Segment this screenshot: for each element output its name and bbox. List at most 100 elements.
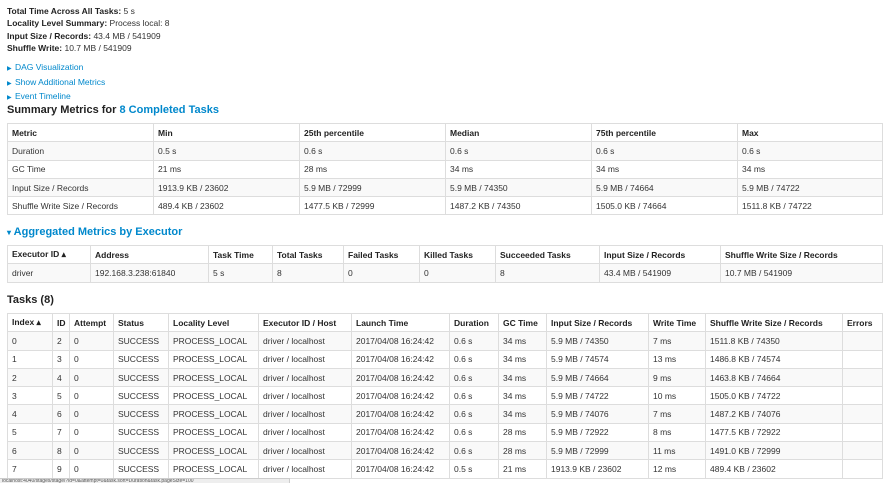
table-cell: PROCESS_LOCAL [168,441,259,461]
table-cell: 489.4 KB / 23602 [705,459,843,479]
column-header[interactable]: Task Time [208,244,273,265]
table-cell: PROCESS_LOCAL [168,331,259,351]
completed-tasks-link[interactable]: 8 Completed Tasks [120,104,219,116]
table-cell: 7 ms [648,404,706,424]
table-cell: 3 [7,386,53,406]
caret-right-icon: ▶ [7,80,12,87]
table-cell [842,404,883,424]
show-additional-metrics-link[interactable]: ▶ Show Additional Metrics [7,76,105,91]
total-time-value: 5 s [123,6,135,16]
table-cell: 34 ms [498,404,547,424]
column-header[interactable]: Killed Tasks [419,244,496,265]
table-cell: 28 ms [498,441,547,461]
table-cell: driver / localhost [258,331,352,351]
input-size-value: 43.4 MB / 541909 [93,30,161,41]
caret-right-icon: ▶ [7,66,12,72]
table-cell: 34 ms [591,159,738,179]
column-header[interactable]: Launch Time [351,312,450,333]
table-cell: 0 [69,459,114,479]
table-cell [842,386,883,406]
table-cell: 489.4 KB / 23602 [153,196,300,216]
table-cell: 0 [419,263,496,283]
column-header[interactable]: Executor ID / Host [258,312,352,333]
table-cell: 10.7 MB / 541909 [720,263,883,283]
table-cell: 7 ms [648,331,706,351]
table-cell: 34 ms [737,159,883,179]
input-size-label: Input Size / Records: [7,30,92,41]
table-cell: 1511.8 KB / 74350 [705,331,843,351]
column-header[interactable]: 25th percentile [299,122,446,143]
table-cell: PROCESS_LOCAL [168,422,259,443]
column-header[interactable]: Succeeded Tasks [495,244,600,265]
column-header[interactable]: Min [153,122,300,143]
table-cell: 8 ms [648,422,706,443]
column-header[interactable]: Input Size / Records [546,312,649,333]
table-cell: 2017/04/08 16:24:42 [351,422,450,443]
column-header[interactable]: Input Size / Records [599,244,721,265]
table-cell: Duration [7,141,154,161]
aggregated-metrics-title: Aggregated Metrics by Executor [13,226,183,238]
table-row: 4 6 0 SUCCESS PROCESS_LOCAL driver / localhos… [7,404,883,424]
table-cell: 1511.8 KB / 74722 [737,196,883,216]
table-cell: 9 ms [648,367,706,388]
table-cell: 0 [69,331,114,351]
column-header[interactable]: Failed Tasks [343,244,420,265]
column-header[interactable]: 75th percentile [591,122,738,143]
table-cell: 0 [69,441,114,461]
table-cell: 0.6 s [449,441,499,461]
column-header[interactable]: Write Time [648,312,706,333]
column-header[interactable]: Total Tasks [272,244,344,265]
table-cell: 21 ms [153,159,300,179]
table-cell: SUCCESS [113,367,169,388]
column-header[interactable]: Address [90,244,209,265]
table-cell: 2017/04/08 16:24:42 [351,386,450,406]
column-header[interactable]: Attempt [69,312,114,333]
table-cell: 5 [7,422,53,443]
aggregated-metrics-heading[interactable]: ▾ Aggregated Metrics by Executor [7,226,182,238]
table-row: Input Size / Records 1913.9 KB / 23602 5.9… [7,177,883,198]
table-cell: 1505.0 KB / 74722 [705,386,843,406]
table-cell: 7 [52,422,70,443]
total-time-label: Total Time Across All Tasks: [7,6,122,16]
table-cell: PROCESS_LOCAL [168,459,259,479]
table-cell: 3 [52,349,70,369]
column-header[interactable]: Shuffle Write Size / Records [720,244,883,265]
table-cell [842,441,883,461]
dag-visualization-link[interactable]: ▶ DAG Visualization [7,61,105,76]
column-header[interactable]: Index ▴ [7,312,53,333]
table-cell: 1477.5 KB / 72999 [299,196,446,216]
table-cell: 5.9 MB / 74350 [546,331,649,351]
table-cell: 34 ms [498,386,547,406]
table-cell: SUCCESS [113,349,169,369]
table-cell: 0.6 s [449,386,499,406]
column-header[interactable]: Duration [449,312,499,333]
table-cell: 2 [7,367,53,388]
table-cell: 5.9 MB / 72999 [546,441,649,461]
table-cell [842,349,883,369]
column-header[interactable]: Status [113,312,169,333]
column-header[interactable]: Shuffle Write Size / Records [705,312,843,333]
locality-value: Process local: 8 [109,18,170,29]
table-cell: 0.5 s [153,141,300,161]
table-cell: SUCCESS [113,459,169,479]
shuffle-write-label: Shuffle Write: [7,42,63,53]
event-timeline-link[interactable]: ▶ Event Timeline [7,90,105,105]
column-header[interactable]: Median [445,122,592,143]
column-header[interactable]: Executor ID ▴ [7,244,91,265]
column-header[interactable]: Metric [7,122,154,143]
column-header[interactable]: Max [737,122,883,143]
table-cell: 2017/04/08 16:24:42 [351,404,450,424]
table-cell: 5.9 MB / 74722 [546,386,649,406]
table-cell: 0 [69,349,114,369]
table-cell: 192.168.3.238:61840 [90,263,209,283]
table-cell [842,422,883,443]
table-cell: 0.6 s [591,141,738,161]
table-cell: 5.9 MB / 74664 [546,367,649,388]
table-cell: 0.6 s [449,404,499,424]
column-header[interactable]: Errors [842,312,883,333]
column-header[interactable]: ID [52,312,70,333]
column-header[interactable]: Locality Level [168,312,259,333]
column-header[interactable]: GC Time [498,312,547,333]
table-cell: 2017/04/08 16:24:42 [351,367,450,388]
table-cell: 0.6 s [737,141,883,161]
